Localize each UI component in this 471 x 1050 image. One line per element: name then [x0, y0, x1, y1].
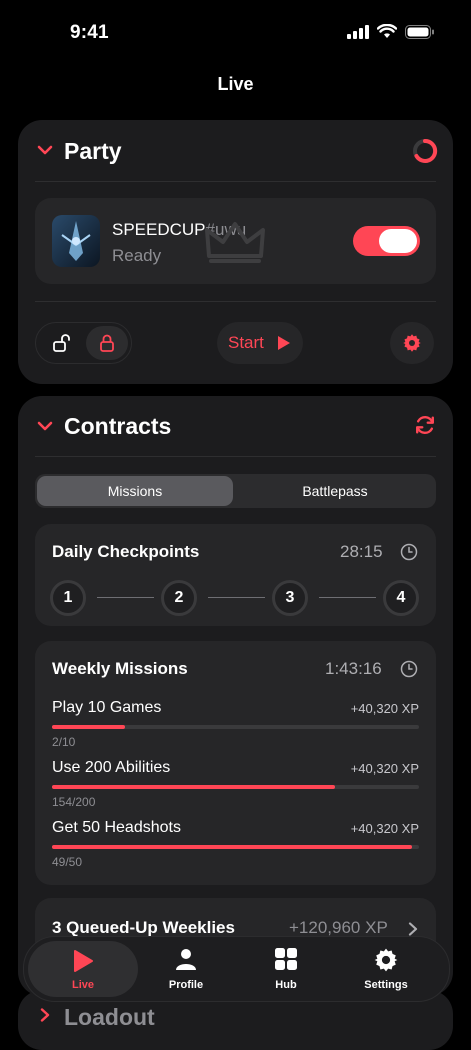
status-time: 9:41	[70, 22, 109, 43]
checkpoint-step: 4	[383, 580, 419, 616]
unlock-icon	[53, 334, 70, 352]
contracts-card: Contracts Missions Battlepass Daily Chec…	[18, 396, 453, 996]
tab-live[interactable]: Live	[28, 941, 138, 997]
start-button[interactable]: Start	[217, 322, 303, 364]
player-card-avatar	[52, 215, 100, 267]
tab-bar: Live Profile Hub Settings	[23, 936, 450, 1002]
mission-progress-text: 154/200	[52, 795, 96, 809]
checkpoint-step: 2	[161, 580, 197, 616]
mission-progress-text: 49/50	[52, 855, 83, 869]
daily-timer: 28:15	[340, 542, 383, 561]
mission-progress-fill	[52, 725, 126, 729]
player-name-text: SPEEDCUP	[112, 220, 206, 239]
daily-title: Daily Checkpoints	[52, 542, 200, 561]
chevron-right-icon	[408, 922, 418, 936]
mission-xp: +40,320 XP	[350, 761, 419, 776]
mission-progress-fill	[52, 845, 412, 849]
mission-xp: +40,320 XP	[350, 821, 419, 836]
loading-ring-icon	[413, 138, 438, 163]
queued-xp: +120,960 XP	[289, 918, 388, 937]
mission-progress-bar	[52, 845, 419, 849]
loadout-title: Loadout	[64, 1004, 155, 1030]
unlock-button[interactable]	[40, 326, 84, 360]
clock-icon	[400, 660, 418, 678]
clock-icon	[400, 543, 418, 561]
contracts-segmented-control: Missions Battlepass	[35, 474, 436, 508]
mission-progress-bar	[52, 725, 419, 729]
lock-button[interactable]	[86, 326, 128, 360]
gear-icon	[403, 334, 421, 352]
wifi-icon	[377, 24, 397, 38]
tab-settings[interactable]: Settings	[336, 937, 436, 1001]
ready-toggle[interactable]	[353, 226, 420, 256]
tab-label: Live	[71, 979, 94, 991]
tab-missions[interactable]: Missions	[37, 476, 233, 506]
divider	[35, 301, 436, 302]
checkpoint-connector	[208, 597, 265, 598]
weekly-title: Weekly Missions	[52, 659, 188, 678]
party-title: Party	[64, 138, 122, 164]
party-settings-button[interactable]	[390, 322, 434, 364]
checkpoint-connector	[97, 597, 154, 598]
party-card: Party SPEEDCUP#uwu Ready Start	[18, 120, 453, 384]
party-member-row[interactable]: SPEEDCUP#uwu Ready	[35, 198, 436, 284]
tab-label: Settings	[364, 979, 408, 991]
divider	[35, 456, 436, 457]
mission-progress-fill	[52, 785, 335, 789]
battery-icon	[405, 24, 434, 39]
status-icons	[347, 24, 435, 39]
lock-segmented-control[interactable]	[35, 322, 132, 364]
tab-battlepass[interactable]: Battlepass	[236, 476, 434, 506]
queued-label: 3 Queued-Up Weeklies	[52, 918, 235, 937]
signal-icon	[347, 24, 369, 39]
lock-icon	[100, 334, 114, 352]
tab-label: Hub	[275, 979, 297, 991]
player-status: Ready	[112, 246, 162, 265]
mission-label: Get 50 Headshots	[52, 819, 181, 836]
weekly-timer: 1:43:16	[325, 659, 382, 678]
person-icon	[176, 949, 196, 970]
checkpoint-step: 1	[50, 580, 86, 616]
mission-progress-bar	[52, 785, 419, 789]
tab-profile[interactable]: Profile	[136, 937, 236, 1001]
daily-checkpoints-card: Daily Checkpoints 28:15 1 2 3 4	[35, 524, 436, 626]
tab-hub[interactable]: Hub	[236, 937, 336, 1001]
gear-icon	[374, 948, 398, 972]
play-icon	[278, 336, 290, 350]
mission-xp: +40,320 XP	[350, 701, 419, 716]
tab-label: Profile	[168, 979, 204, 991]
toggle-knob	[379, 229, 417, 253]
contracts-title: Contracts	[64, 413, 172, 439]
mission-label: Play 10 Games	[52, 699, 162, 716]
divider	[35, 181, 436, 182]
chevron-down-icon[interactable]	[37, 420, 53, 432]
chevron-down-icon[interactable]	[37, 144, 53, 156]
crown-icon	[205, 222, 265, 263]
chevron-right-icon[interactable]	[40, 1008, 50, 1022]
mission-progress-text: 2/10	[52, 735, 76, 749]
checkpoint-step: 3	[272, 580, 308, 616]
start-label: Start	[228, 333, 264, 352]
refresh-icon[interactable]	[414, 414, 436, 436]
play-icon	[74, 950, 93, 972]
grid-icon	[275, 948, 297, 970]
weekly-missions-card: Weekly Missions 1:43:16 Play 10 Games +4…	[35, 641, 436, 885]
checkpoint-connector	[319, 597, 376, 598]
page-title: Live	[217, 74, 254, 94]
mission-label: Use 200 Abilities	[52, 759, 171, 776]
